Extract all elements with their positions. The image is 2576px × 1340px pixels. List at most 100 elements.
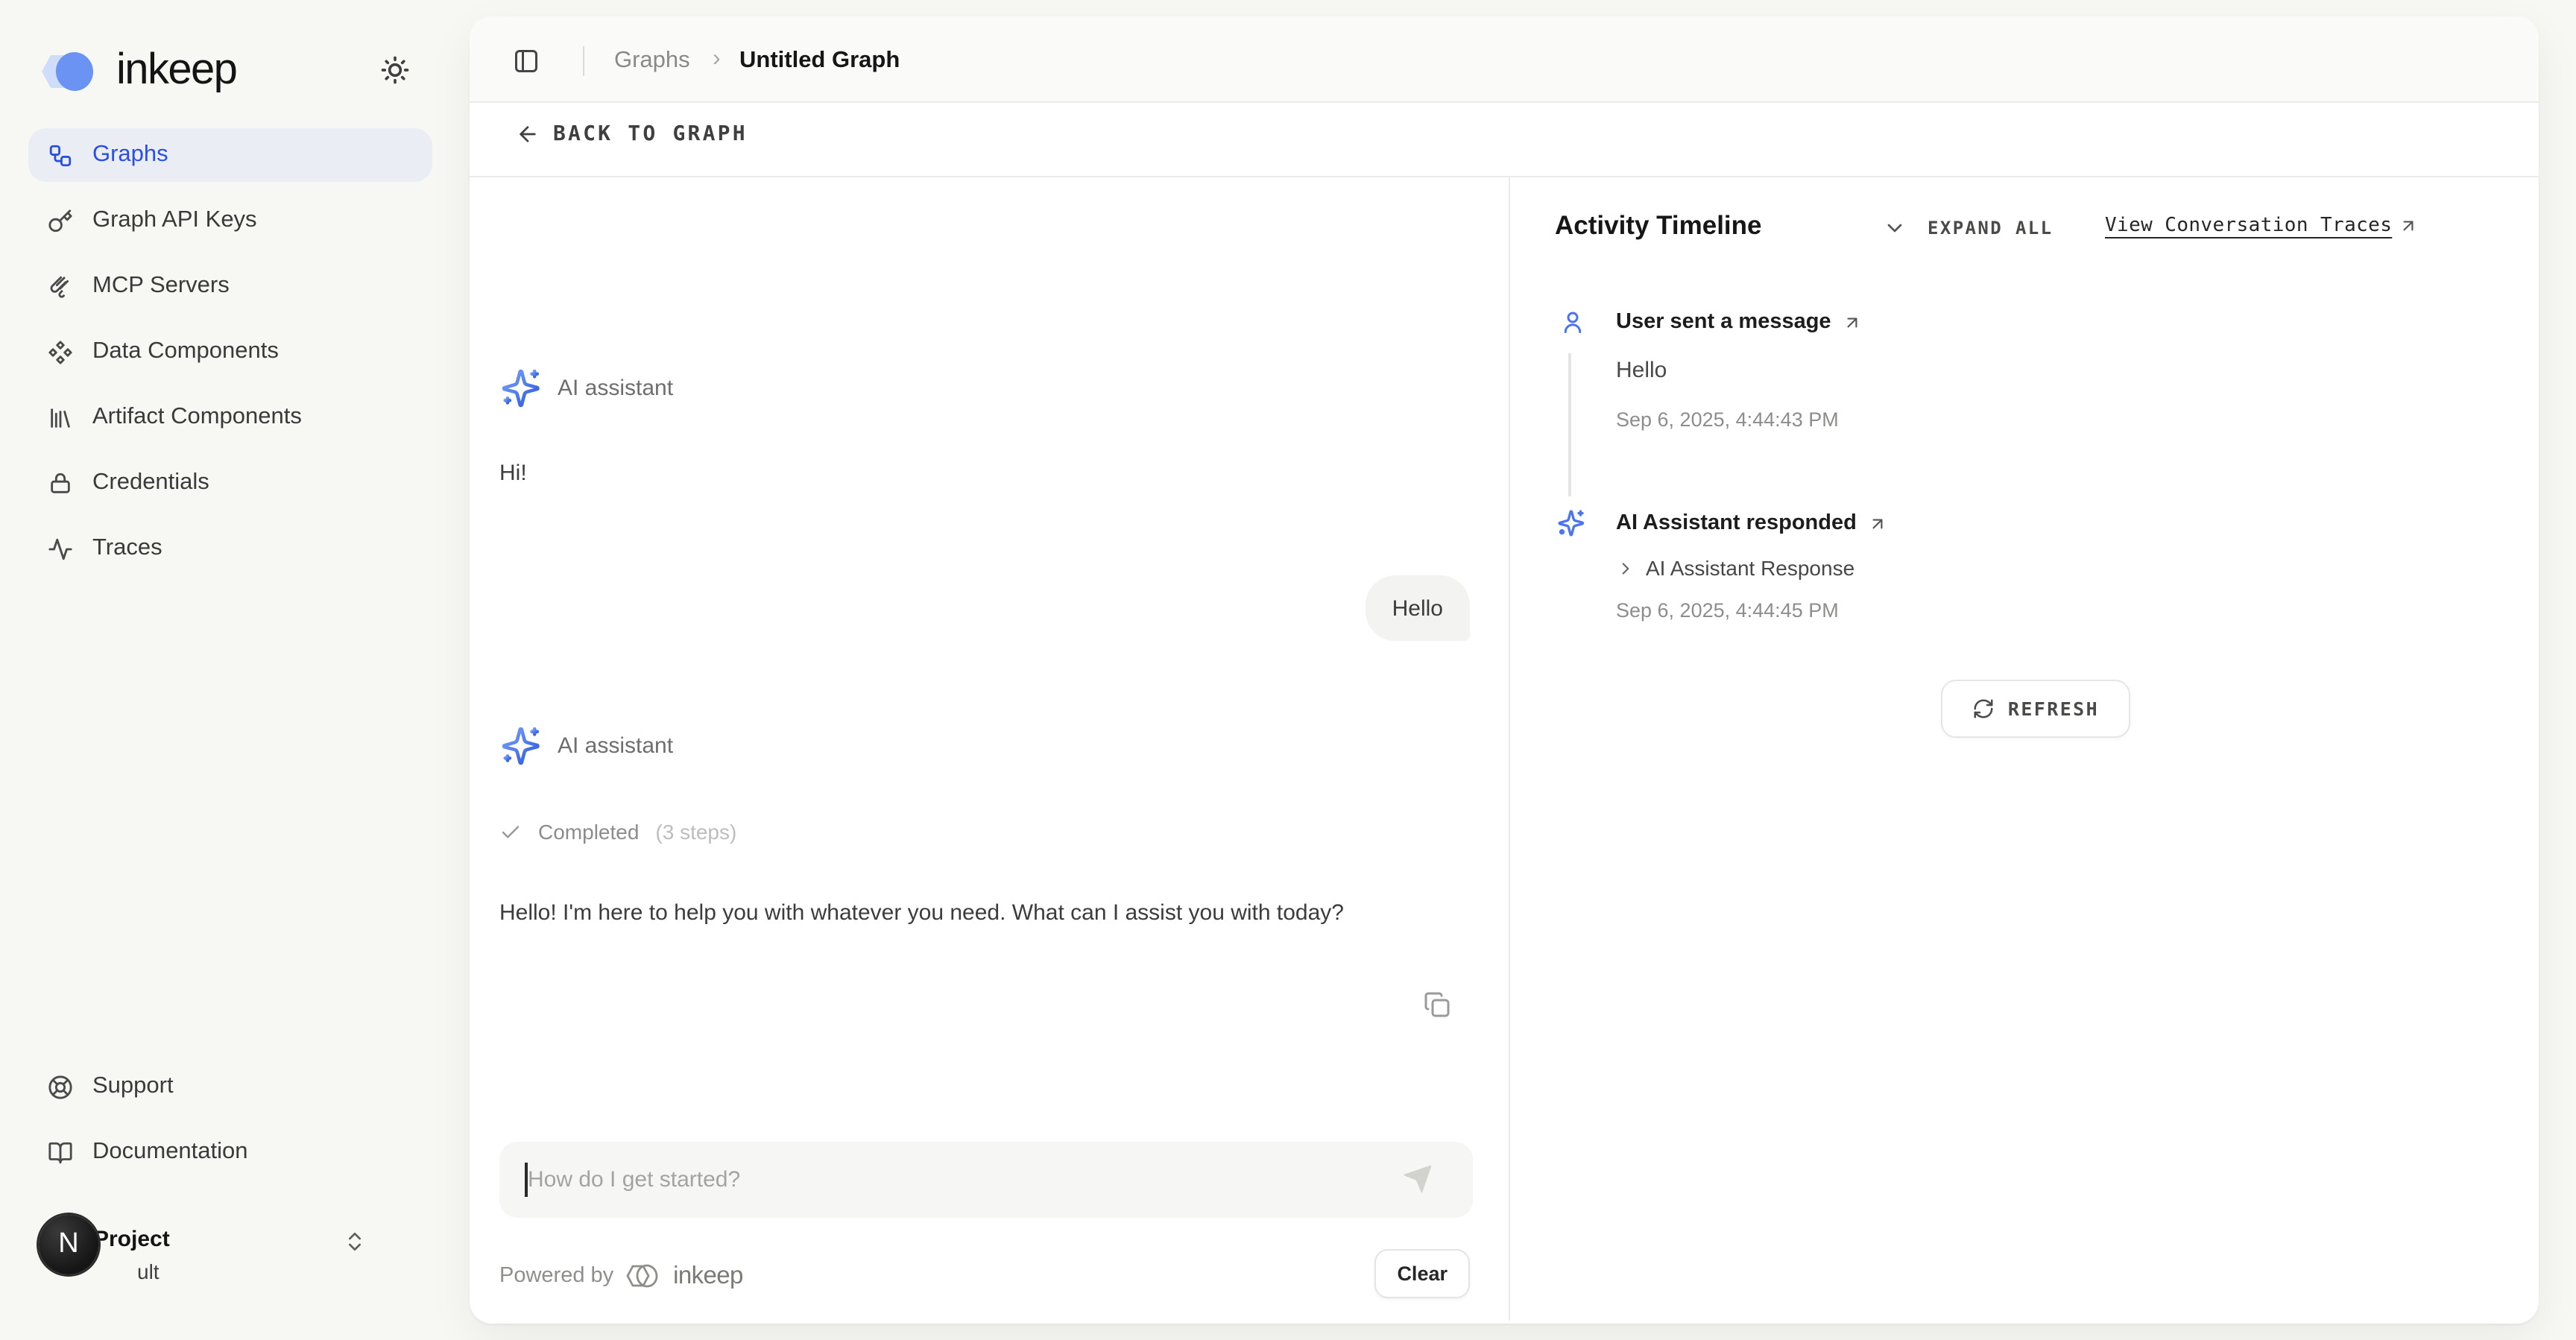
- panel-left-icon: [513, 48, 540, 75]
- book-open-icon: [48, 1140, 73, 1165]
- sidebar-item-graphs[interactable]: Graphs: [28, 128, 432, 182]
- divider: [583, 46, 584, 76]
- avatar: N: [39, 1215, 98, 1274]
- assistant-message: Hello! I'm here to help you with whateve…: [499, 894, 1409, 932]
- refresh-label: REFRESH: [2008, 698, 2099, 720]
- clear-button[interactable]: Clear: [1374, 1249, 1470, 1298]
- inkeep-outline-icon: [624, 1260, 663, 1292]
- status-label: Completed: [538, 820, 639, 844]
- sidebar-item-artifact-components[interactable]: Artifact Components: [28, 391, 432, 444]
- user-message-bubble: Hello: [1366, 575, 1470, 641]
- logo-text: inkeep: [116, 46, 236, 95]
- library-icon: [48, 405, 73, 430]
- arrow-up-right-icon: [1843, 312, 1863, 332]
- sidebar-item-traces[interactable]: Traces: [28, 522, 432, 575]
- main-card: Graphs › Untitled Graph BACK TO GRAPH: [470, 16, 2539, 1324]
- sun-icon: [379, 54, 411, 86]
- check-icon: [499, 821, 522, 843]
- chat-panel: AI assistant Hi! Hello AI assistant: [470, 177, 1510, 1321]
- expand-all-button[interactable]: EXPAND ALL: [1928, 218, 2053, 238]
- sidebar-item-support[interactable]: Support: [28, 1060, 432, 1113]
- sidebar-item-credentials[interactable]: Credentials: [28, 456, 432, 510]
- sidebar-item-documentation[interactable]: Documentation: [28, 1125, 432, 1179]
- sidebar-item-data-components[interactable]: Data Components: [28, 325, 432, 379]
- link-label: View Conversation Traces: [2105, 215, 2392, 237]
- timeline-entry-title[interactable]: User sent a message: [1616, 310, 1863, 334]
- entry-title-label: User sent a message: [1616, 310, 1831, 334]
- sidebar-item-label: Credentials: [92, 470, 209, 496]
- copy-icon: [1424, 991, 1450, 1018]
- collapsed-label: AI Assistant Response: [1646, 556, 1854, 580]
- chat-input[interactable]: [499, 1142, 1473, 1218]
- sidebar-item-graph-api-keys[interactable]: Graph API Keys: [28, 194, 432, 247]
- assistant-message: Hi!: [499, 461, 527, 486]
- back-to-graph-button[interactable]: BACK TO GRAPH: [516, 122, 748, 146]
- sidebar-item-label: Data Components: [92, 338, 279, 365]
- copy-button[interactable]: [1424, 991, 1453, 1021]
- life-buoy-icon: [48, 1074, 73, 1099]
- assistant-label: AI assistant: [558, 733, 673, 759]
- powered-by[interactable]: Powered by inkeep: [499, 1260, 743, 1292]
- back-bar: BACK TO GRAPH: [470, 103, 2539, 177]
- chevrons-up-down-icon: [343, 1230, 367, 1254]
- collapsed-response-toggle[interactable]: AI Assistant Response: [1616, 556, 1854, 580]
- timeline-connector: [1568, 353, 1570, 496]
- sidebar-item-label: Documentation: [92, 1139, 248, 1166]
- mcp-icon: [48, 274, 73, 299]
- back-to-graph-label: BACK TO GRAPH: [553, 122, 748, 146]
- logo[interactable]: inkeep: [39, 39, 432, 104]
- send-icon: [1401, 1163, 1434, 1195]
- inkeep-logo-icon: [39, 43, 104, 107]
- breadcrumb-bar: Graphs › Untitled Graph: [470, 16, 2539, 103]
- timeline-entry-timestamp: Sep 6, 2025, 4:44:43 PM: [1616, 408, 1839, 431]
- sidebar-item-mcp-servers[interactable]: MCP Servers: [28, 259, 432, 313]
- timeline-entry-title[interactable]: AI Assistant responded: [1616, 511, 1888, 535]
- lock-icon: [48, 470, 73, 496]
- sidebar-item-label: Support: [92, 1073, 174, 1100]
- project-name: Project: [94, 1227, 170, 1252]
- content-area: AI assistant Hi! Hello AI assistant: [470, 177, 2539, 1321]
- send-button[interactable]: [1401, 1163, 1434, 1195]
- assistant-label: AI assistant: [558, 376, 673, 401]
- activity-icon: [48, 536, 73, 561]
- chevron-right-icon: [1616, 558, 1635, 578]
- sidebar-toggle-button[interactable]: [513, 48, 540, 75]
- arrow-up-right-icon: [1869, 513, 1888, 533]
- component-icon: [48, 339, 73, 364]
- text-caret: [525, 1163, 527, 1197]
- chevron-down-icon: [1883, 216, 1907, 240]
- status-steps: (3 steps): [655, 820, 736, 844]
- ai-sparkles-icon: [1556, 508, 1586, 538]
- user-icon: [1559, 309, 1586, 335]
- sidebar-item-label: Graph API Keys: [92, 207, 257, 234]
- assistant-message-header: AI assistant: [499, 724, 673, 768]
- project-subtitle: ult: [137, 1260, 160, 1283]
- sidebar: inkeep Graphs Graph API Keys: [0, 0, 470, 1340]
- collapse-toggle[interactable]: [1883, 216, 1907, 240]
- workflow-icon: [48, 142, 73, 168]
- sidebar-item-label: Artifact Components: [92, 404, 302, 431]
- activity-timeline-panel: Activity Timeline EXPAND ALL View Conver…: [1510, 177, 2539, 1321]
- assistant-status: Completed (3 steps): [499, 820, 736, 844]
- sidebar-nav: Graphs Graph API Keys MCP Servers Data C…: [28, 128, 432, 587]
- view-conversation-traces-link[interactable]: View Conversation Traces: [2105, 215, 2417, 237]
- key-icon: [48, 208, 73, 233]
- project-switcher[interactable]: Project ult N: [0, 1210, 432, 1303]
- assistant-message-header: AI assistant: [499, 367, 673, 410]
- sidebar-item-label: Traces: [92, 535, 162, 562]
- refresh-icon: [1972, 698, 1995, 720]
- ai-sparkle-icon: [499, 724, 543, 768]
- timeline-entry-body: Hello: [1616, 358, 1667, 383]
- powered-by-label: Powered by: [499, 1264, 613, 1288]
- sidebar-item-label: Graphs: [92, 142, 168, 168]
- arrow-up-right-icon: [2398, 216, 2417, 236]
- sidebar-footer-nav: Support Documentation: [28, 1060, 432, 1191]
- app-root: inkeep Graphs Graph API Keys: [0, 0, 2576, 1340]
- entry-title-label: AI Assistant responded: [1616, 511, 1857, 535]
- ai-sparkle-icon: [499, 367, 543, 410]
- breadcrumb-current: Untitled Graph: [739, 48, 900, 75]
- refresh-button[interactable]: REFRESH: [1941, 680, 2130, 738]
- theme-toggle-button[interactable]: [379, 54, 414, 89]
- breadcrumb-parent-link[interactable]: Graphs: [614, 48, 690, 75]
- powered-by-brand: inkeep: [673, 1262, 743, 1290]
